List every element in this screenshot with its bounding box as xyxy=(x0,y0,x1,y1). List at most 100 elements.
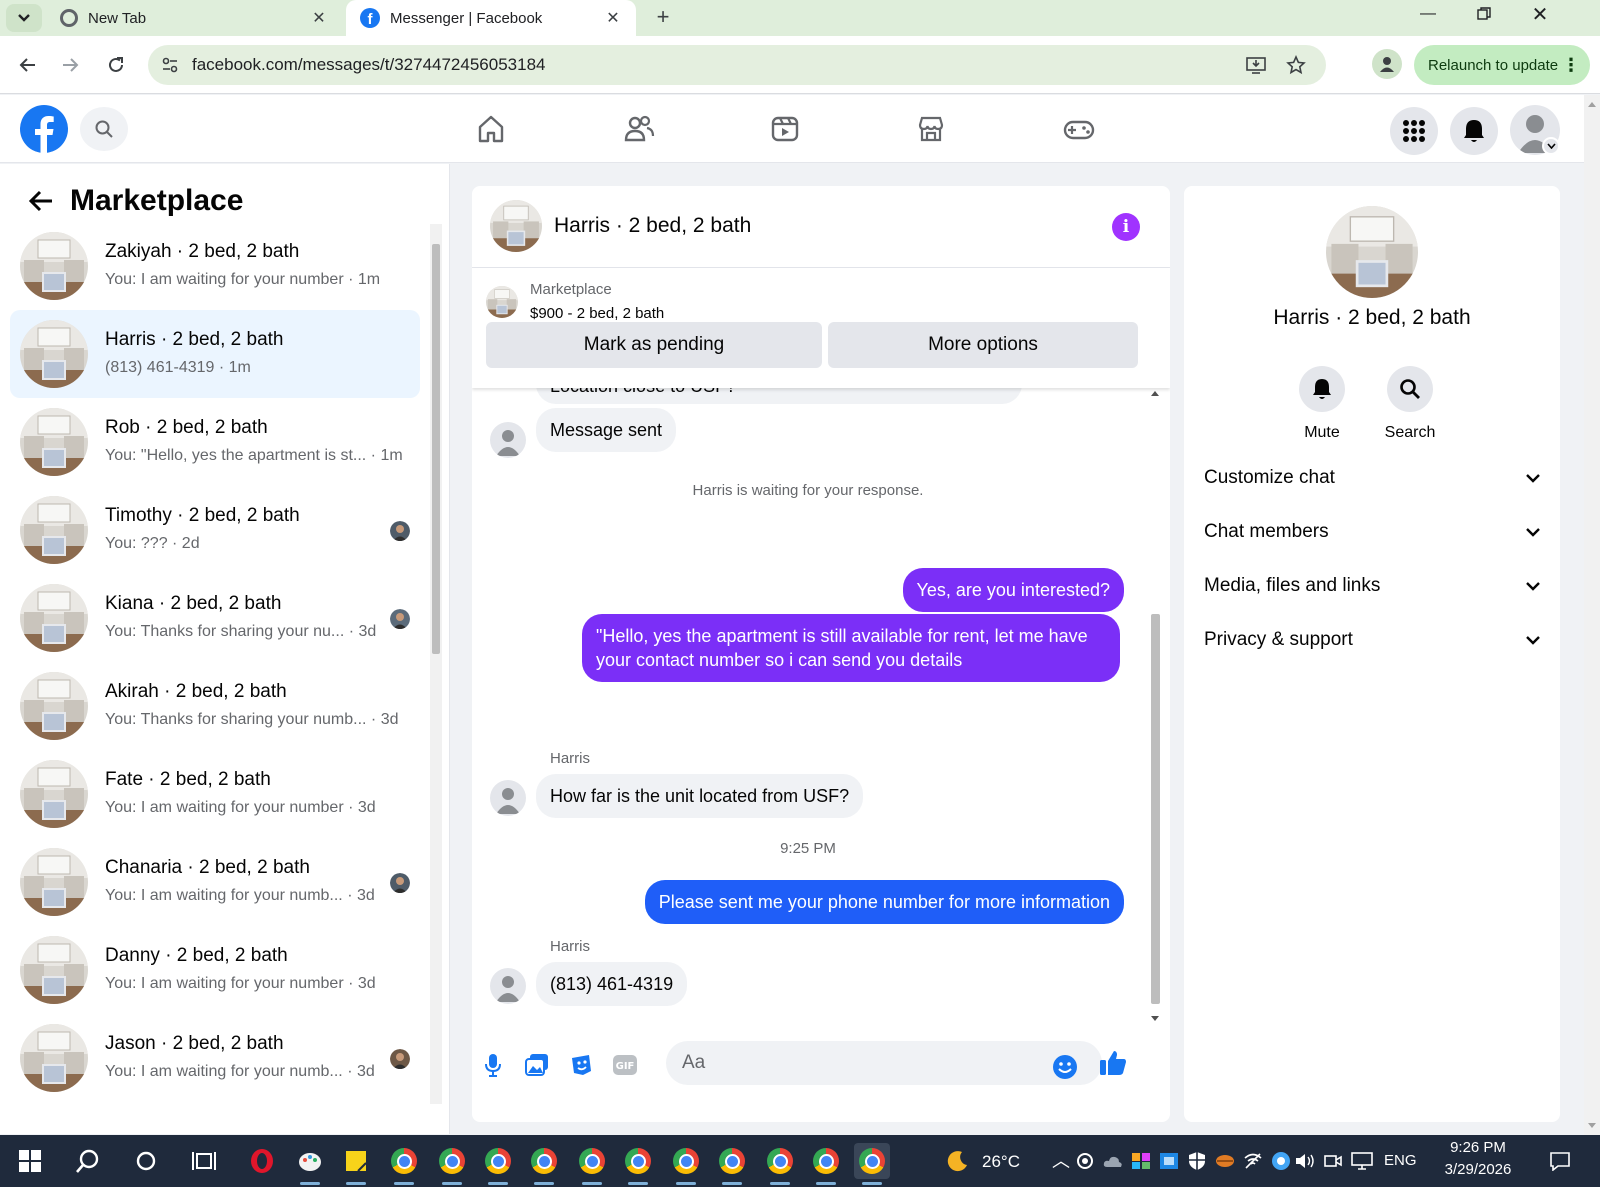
sticky-notes-icon[interactable] xyxy=(338,1143,374,1185)
info-icon[interactable]: i xyxy=(1112,213,1140,241)
conversation-item[interactable]: Timothy · 2 bed, 2 bath You: ??? · 2d xyxy=(10,486,420,574)
nav-marketplace[interactable] xyxy=(906,105,956,153)
sidebar-scrollbar[interactable] xyxy=(430,224,442,1104)
network-manager-icon[interactable] xyxy=(1156,1143,1182,1179)
scrollbar-thumb[interactable] xyxy=(432,244,440,654)
reload-button[interactable] xyxy=(100,49,132,81)
chrome-profile-icon[interactable] xyxy=(526,1143,562,1185)
chrome-profile-icon[interactable] xyxy=(668,1143,704,1185)
app-tray-icon[interactable] xyxy=(1212,1143,1238,1179)
chat-title[interactable]: Harris · 2 bed, 2 bath xyxy=(554,214,751,238)
mute-button[interactable] xyxy=(1299,366,1345,412)
chrome-profile-icon[interactable] xyxy=(762,1143,798,1185)
paint-icon[interactable] xyxy=(292,1143,328,1185)
camera-icon[interactable] xyxy=(1320,1143,1346,1179)
conversation-item[interactable]: Fate · 2 bed, 2 bath You: I am waiting fo… xyxy=(10,750,420,838)
browser-profile-button[interactable] xyxy=(1372,49,1402,79)
display-icon[interactable] xyxy=(1348,1143,1376,1179)
close-window-button[interactable]: ✕ xyxy=(1512,0,1568,28)
section-customize-chat[interactable]: Customize chat xyxy=(1204,458,1540,498)
menu-button[interactable] xyxy=(1390,107,1438,155)
contact-thumbnail[interactable] xyxy=(1326,206,1418,298)
facebook-logo-icon[interactable] xyxy=(20,105,68,153)
back-arrow-icon[interactable] xyxy=(24,184,58,218)
forward-button[interactable] xyxy=(54,49,86,81)
scrollbar-thumb[interactable] xyxy=(1151,614,1160,1004)
emoji-icon[interactable] xyxy=(1050,1052,1080,1082)
chrome-profile-icon[interactable] xyxy=(574,1143,610,1185)
chrome-profile-icon[interactable] xyxy=(386,1143,422,1185)
thread-scrollbar[interactable] xyxy=(1148,386,1162,1026)
record-icon[interactable] xyxy=(1072,1143,1098,1179)
section-chat-members[interactable]: Chat members xyxy=(1204,512,1540,552)
volume-icon[interactable] xyxy=(1292,1143,1318,1179)
conversation-item[interactable]: Chanaria · 2 bed, 2 bath You: I am waitin… xyxy=(10,838,420,926)
chrome-profile-icon[interactable] xyxy=(620,1143,656,1185)
mute-action[interactable]: Mute xyxy=(1287,366,1357,442)
input-language[interactable]: ENG xyxy=(1384,1152,1417,1169)
nav-gaming[interactable] xyxy=(1054,105,1104,153)
chevron-down-icon[interactable] xyxy=(1542,137,1560,155)
conversation-item[interactable]: Danny · 2 bed, 2 bath You: I am waiting f… xyxy=(10,926,420,1014)
nav-friends[interactable] xyxy=(614,105,664,153)
relaunch-button[interactable]: Relaunch to update ⋮ xyxy=(1414,45,1590,85)
facebook-search-button[interactable] xyxy=(80,107,128,151)
gif-icon[interactable]: GIF xyxy=(610,1050,640,1080)
chrome-profile-icon[interactable] xyxy=(434,1143,470,1185)
mark-as-pending-button[interactable]: Mark as pending xyxy=(486,322,822,368)
task-view-icon[interactable] xyxy=(186,1143,222,1179)
chevron-up-icon[interactable]: ︿ xyxy=(1052,1147,1070,1173)
search-icon[interactable] xyxy=(70,1143,106,1179)
minimize-button[interactable]: — xyxy=(1400,0,1456,28)
chrome-profile-icon[interactable] xyxy=(808,1143,844,1185)
notifications-button[interactable] xyxy=(1450,107,1498,155)
bluetooth-app-icon[interactable] xyxy=(1268,1143,1294,1179)
conversation-item[interactable]: Harris · 2 bed, 2 bath (813) 461-4319 · 1… xyxy=(10,310,420,398)
address-bar[interactable]: facebook.com/messages/t/3274472456053184 xyxy=(148,45,1326,85)
close-icon[interactable]: ✕ xyxy=(310,9,328,27)
chrome-profile-icon[interactable] xyxy=(480,1143,516,1185)
search-button[interactable] xyxy=(1387,366,1433,412)
close-icon[interactable]: ✕ xyxy=(604,9,622,27)
install-app-icon[interactable] xyxy=(1246,55,1266,75)
listing-description[interactable]: $900 - 2 bed, 2 bath xyxy=(530,305,664,322)
tab-messenger[interactable]: f Messenger | Facebook ✕ xyxy=(346,0,636,36)
weather-moon-icon[interactable] xyxy=(940,1143,976,1179)
section-media-files-links[interactable]: Media, files and links xyxy=(1204,566,1540,606)
photo-icon[interactable] xyxy=(522,1050,552,1080)
conversation-item[interactable]: Kiana · 2 bed, 2 bath You: Thanks for sha… xyxy=(10,574,420,662)
windows-start-icon[interactable] xyxy=(12,1143,48,1179)
back-button[interactable] xyxy=(12,49,44,81)
sticker-icon[interactable] xyxy=(566,1050,596,1080)
conversation-item[interactable]: Akirah · 2 bed, 2 bath You: Thanks for sh… xyxy=(10,662,420,750)
like-thumbs-up-icon[interactable] xyxy=(1098,1048,1128,1078)
nav-home[interactable] xyxy=(466,105,516,153)
clock-time[interactable]: 9:26 PM xyxy=(1432,1139,1524,1156)
page-scrollbar[interactable] xyxy=(1584,95,1600,1135)
conversation-item[interactable]: Zakiyah · 2 bed, 2 bath You: I am waiting… xyxy=(10,222,420,310)
opera-icon[interactable] xyxy=(244,1143,280,1179)
chat-thumbnail[interactable] xyxy=(490,200,542,252)
nav-video[interactable] xyxy=(760,105,810,153)
sender-avatar[interactable] xyxy=(490,422,526,458)
microphone-icon[interactable] xyxy=(478,1050,508,1080)
search-action[interactable]: Search xyxy=(1375,366,1445,442)
new-tab-button[interactable]: + xyxy=(648,2,678,32)
more-options-button[interactable]: More options xyxy=(828,322,1138,368)
creative-cloud-icon[interactable] xyxy=(1128,1143,1154,1179)
tab-new-tab[interactable]: New Tab ✕ xyxy=(46,0,342,36)
wifi-off-icon[interactable] xyxy=(1240,1143,1266,1179)
section-privacy-support[interactable]: Privacy & support xyxy=(1204,620,1540,660)
message-input[interactable]: Aa xyxy=(666,1041,1102,1085)
chrome-profile-icon-active[interactable] xyxy=(854,1143,890,1185)
restore-button[interactable] xyxy=(1456,0,1512,28)
conversation-item[interactable]: Rob · 2 bed, 2 bath You: "Hello, yes the … xyxy=(10,398,420,486)
sender-avatar[interactable] xyxy=(490,780,526,816)
clock-date[interactable]: 3/29/2026 xyxy=(1432,1161,1524,1178)
cortana-icon[interactable] xyxy=(128,1143,164,1179)
listing-thumbnail[interactable] xyxy=(486,286,518,318)
bookmark-star-icon[interactable] xyxy=(1286,55,1306,75)
tab-search-button[interactable] xyxy=(6,4,42,32)
security-shield-icon[interactable] xyxy=(1184,1143,1210,1179)
notification-center-icon[interactable] xyxy=(1542,1143,1578,1179)
